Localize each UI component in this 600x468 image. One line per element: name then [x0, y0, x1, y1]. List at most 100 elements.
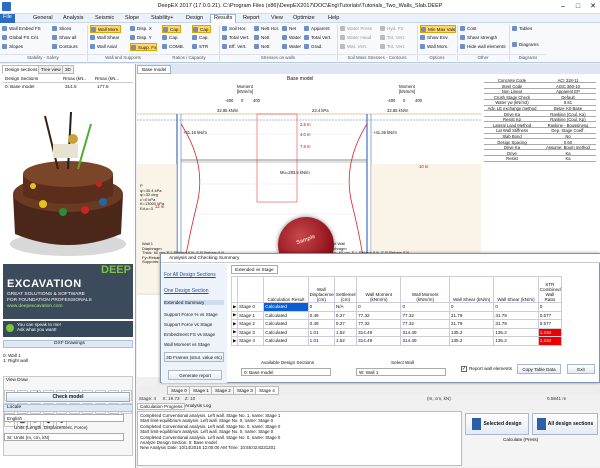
tab-base-model[interactable]: Base model — [137, 65, 172, 74]
eff-vert-button[interactable]: Eff. Vert. — [222, 43, 247, 51]
language-select[interactable]: English — [4, 414, 124, 422]
available-sections-select[interactable]: 0: Base model — [241, 368, 331, 376]
menu-optimize[interactable]: Optimize — [290, 15, 318, 21]
copy-table-button[interactable]: Copy Table Data — [517, 364, 561, 374]
cap-button-4[interactable]: Cap. — [192, 34, 209, 42]
tot-vert-button-2[interactable]: Tot. Vert. — [380, 43, 405, 51]
nav-all-sections[interactable]: For All Design Sections — [164, 272, 224, 278]
tables-button[interactable]: Tables — [512, 25, 532, 33]
units-select[interactable]: SI: Units (m, cm, kN) — [4, 433, 124, 441]
menu-report[interactable]: Report — [240, 15, 263, 21]
nett-button[interactable]: Nett — [254, 34, 269, 42]
slopes-button[interactable]: Slopes — [2, 43, 23, 51]
dxf-header[interactable]: DXF Drawings — [3, 340, 133, 348]
options-wall-mom-button[interactable]: Wall Mom. — [420, 43, 449, 51]
diagrams-button[interactable]: Diagrams — [512, 41, 539, 49]
show-env-button[interactable]: Show Env. — [420, 34, 449, 42]
dialog-grid-tab[interactable]: Extended vs Stage — [231, 265, 278, 274]
support-fx-button[interactable]: Supp. Fx — [130, 43, 158, 51]
wall-moment-button[interactable]: Wall Mom. — [90, 25, 121, 33]
comb-button[interactable]: COMB. — [162, 43, 184, 51]
cap-button-3[interactable]: Cap. — [192, 25, 211, 33]
menu-file[interactable]: File — [0, 14, 15, 23]
min-max-vals-button[interactable]: Min Max Vals — [420, 25, 457, 33]
check-model-button[interactable]: Check model — [6, 392, 130, 402]
tab-stage-1[interactable]: Stage 1 — [189, 386, 213, 395]
soil-hor-button[interactable]: Soil Hor. — [222, 25, 246, 33]
report-wall-checkbox[interactable]: ✓ — [461, 366, 467, 372]
water-head-button[interactable]: Water Head — [340, 34, 371, 42]
close-button[interactable]: ✕ — [586, 0, 600, 13]
apparent-button[interactable]: Apparent — [304, 25, 330, 33]
global-fs-button[interactable]: Global FS Crit. — [2, 34, 39, 42]
selected-design-button[interactable]: Selected design — [465, 413, 529, 435]
nav-wall-moment[interactable]: Wall Moment vs Stage — [164, 342, 224, 347]
tab-design-sections[interactable]: Design sections — [2, 65, 41, 74]
menu-stability[interactable]: Stability+ — [148, 15, 176, 21]
menu-help[interactable]: Help — [325, 15, 342, 21]
disp-x-button[interactable]: Disp. X — [130, 25, 152, 33]
menu-seismic[interactable]: Seismic — [92, 15, 117, 21]
wat-vert-button[interactable]: Wat. Vert. — [340, 43, 367, 51]
menu-view[interactable]: View — [268, 15, 286, 21]
total-vert-button[interactable]: Total Vert. — [222, 34, 249, 42]
tab-analysis-log[interactable]: Analysis Log — [183, 403, 213, 408]
total-vert-button-2[interactable]: Total Vert. — [304, 34, 331, 42]
menu-slope[interactable]: Slope — [122, 15, 142, 21]
wall-axial-button[interactable]: Wall Axial — [90, 43, 117, 51]
wall-embed-fs-button[interactable]: Wall Embed FS — [2, 25, 41, 33]
shear-strength-button[interactable]: Shear strength — [460, 34, 497, 42]
menu-results[interactable]: Results — [210, 14, 237, 23]
nett-button-2[interactable]: Nett — [254, 43, 269, 51]
tab-3d[interactable]: 3D — [62, 65, 74, 74]
select-wall-select[interactable]: W: Wall 1 — [356, 368, 446, 376]
table-row[interactable]: ▶ Stage 1 Calculated 0.49 0.27 77.32 77.32 3… — [230, 310, 563, 320]
disp-y-button[interactable]: Disp. Y — [130, 34, 152, 42]
cost-button[interactable]: Cost — [460, 25, 476, 33]
hide-wall-elements-button[interactable]: Hide wall elements — [460, 43, 506, 51]
generate-report-button[interactable]: Generate report — [168, 370, 222, 380]
tab-stage-0[interactable]: Stage 0 — [167, 386, 191, 395]
cap-button-1[interactable]: Cap. — [162, 25, 181, 33]
help-assistant[interactable]: You can speak to me! Ask what you want! — [3, 321, 133, 337]
maximize-button[interactable]: □ — [571, 0, 585, 13]
log-area[interactable]: Completed Conventional analysis. Left wa… — [137, 411, 462, 466]
cap-button-2[interactable]: Cap. — [162, 34, 179, 42]
tab-stage-4[interactable]: Stage 4 — [255, 386, 279, 395]
str-button[interactable]: STR — [192, 43, 208, 51]
3d-frames-button[interactable]: 3D Frames (strut. value etc) — [164, 352, 224, 362]
all-design-sections-button[interactable]: All design sections — [532, 413, 598, 435]
menu-general[interactable]: General — [30, 15, 56, 21]
nav-support-force[interactable]: Support Force vs Stage — [164, 322, 224, 327]
nav-extended-summary[interactable]: Extended Summary — [164, 300, 224, 305]
table-row[interactable]: ▶ Stage 0 Calculated 0 N/A 0 00 00 — [230, 302, 563, 312]
minimize-button[interactable]: – — [556, 0, 570, 13]
nav-support-force-pct[interactable]: Support Force % vs Stage — [164, 312, 224, 317]
nav-one-section[interactable]: One Design Section — [164, 288, 224, 294]
net-button[interactable]: Net — [282, 25, 296, 33]
dxf-item[interactable]: 1: Right wall — [3, 358, 133, 363]
grad-button[interactable]: Grad. — [304, 43, 323, 51]
water-button-2[interactable]: Water — [282, 43, 301, 51]
exit-button[interactable]: Exit — [567, 364, 595, 374]
table-row[interactable]: ▶ Stage 2 Calculated 0.49 0.27 77.32 77.32 3… — [230, 319, 563, 329]
nett-hor-button[interactable]: Nett Hor. — [254, 25, 279, 33]
tab-calc-progress[interactable]: Calculation Progress — [137, 403, 186, 410]
tab-stage-3[interactable]: Stage 3 — [233, 386, 257, 395]
tab-stage-2[interactable]: Stage 2 — [211, 386, 235, 395]
hyd-fs-button[interactable]: Hyd. FS — [380, 25, 404, 33]
tot-vert-button[interactable]: Tot. Vert. — [380, 34, 405, 42]
table-row[interactable]: ▶ Stage 4 Calculated 1.01 1.52 314.49 314.4… — [230, 336, 563, 346]
show-all-button[interactable]: Show all — [52, 34, 76, 42]
contours-button[interactable]: Contours — [52, 43, 78, 51]
water-button[interactable]: Water — [282, 34, 301, 42]
menu-design[interactable]: Design — [183, 15, 206, 21]
water-press-button[interactable]: Water Press — [340, 25, 372, 33]
nav-embedment-fs[interactable]: Embedment FS vs Stage — [164, 332, 224, 337]
tab-tree-view[interactable]: Tree view — [38, 65, 64, 74]
deep-excavation-ad[interactable]: DEEP EXCAVATION GREAT SOLUTIONS & SOFTWA… — [3, 264, 133, 319]
table-row[interactable]: ▶ Stage 3 Calculated 1.01 1.52 314.49 314.4… — [230, 327, 563, 337]
slices-button[interactable]: Slices — [52, 25, 71, 33]
wall-shear-button[interactable]: Wall Shear — [90, 34, 119, 42]
table-row[interactable]: 0: Base model 314.5 177.6 — [3, 83, 133, 91]
